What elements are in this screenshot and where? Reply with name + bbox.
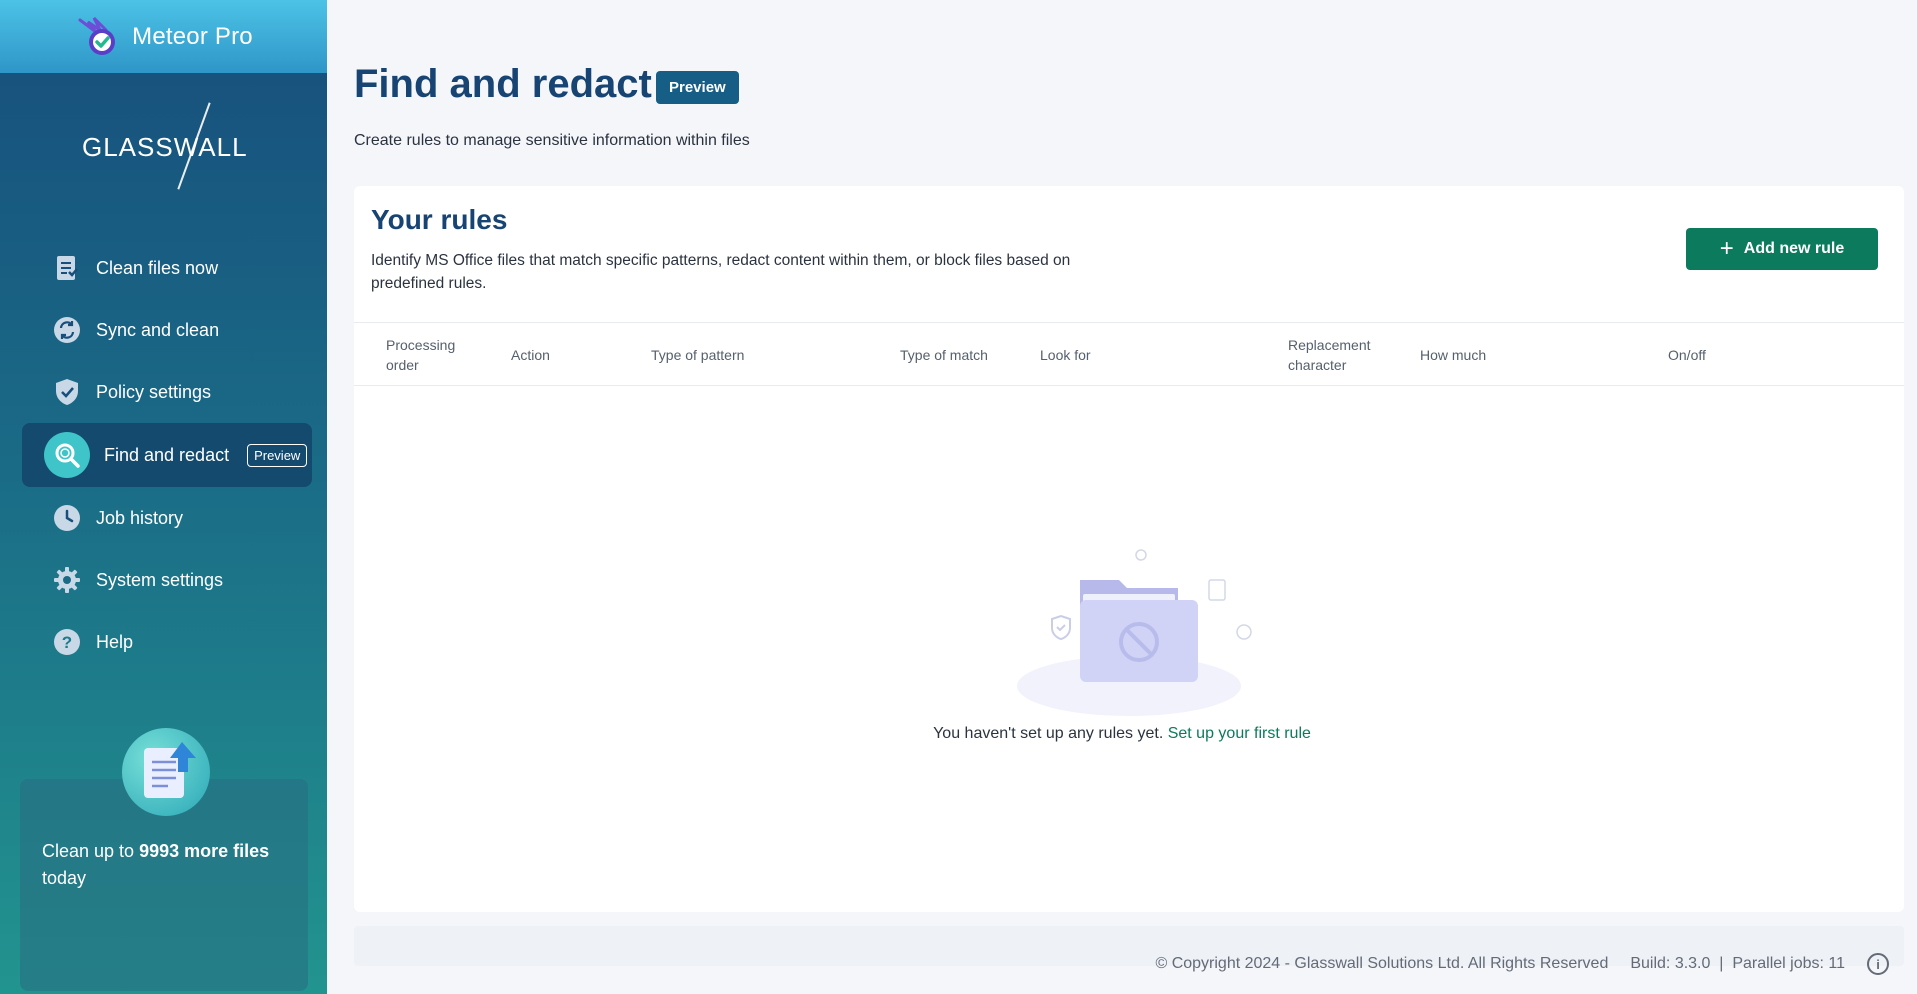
column-header: On/off xyxy=(1668,347,1706,363)
add-new-rule-label: Add new rule xyxy=(1743,240,1845,257)
rules-description: Identify MS Office files that match spec… xyxy=(371,252,1071,292)
page-title: Find and redact xyxy=(354,62,652,106)
sidebar: Meteor Pro GLASSWALL Clean files now Syn… xyxy=(0,0,327,994)
sidebar-nav: Clean files now Sync and clean Policy se… xyxy=(22,237,312,673)
main-content: Find and redact Preview Create rules to … xyxy=(327,0,1917,994)
promo-text: Clean up to 9993 more files today xyxy=(42,838,292,892)
app-title: Meteor Pro xyxy=(132,22,253,50)
clock-icon xyxy=(52,503,82,533)
gear-icon xyxy=(52,565,82,595)
sidebar-item-label: Sync and clean xyxy=(96,319,220,340)
empty-state-message: You haven't set up any rules yet. Set up… xyxy=(327,725,1917,743)
plus-icon: + xyxy=(1719,235,1734,262)
glasswall-logo: GLASSWALL xyxy=(0,100,327,190)
sidebar-item-system-settings[interactable]: System settings xyxy=(22,549,312,611)
set-up-first-rule-link[interactable]: Set up your first rule xyxy=(1168,725,1311,742)
page-subtitle: Create rules to manage sensitive informa… xyxy=(354,132,750,149)
sidebar-item-label: Policy settings xyxy=(96,381,212,402)
sidebar-item-find-and-redact[interactable]: Find and redact Preview xyxy=(22,423,312,487)
sidebar-item-label: Job history xyxy=(96,507,184,528)
column-header: How much xyxy=(1420,347,1487,363)
column-header: Type of match xyxy=(900,347,988,363)
column-header: Processing order xyxy=(386,337,456,373)
footer-separator: | xyxy=(1719,955,1724,972)
sync-icon xyxy=(52,315,82,345)
meteor-logo-icon xyxy=(74,14,120,60)
column-header: Type of pattern xyxy=(651,347,745,363)
column-header: Replacement character xyxy=(1288,337,1371,373)
copyright-text: © Copyright 2024 - Glasswall Solutions L… xyxy=(1155,955,1609,972)
add-new-rule-button[interactable]: + Add new rule xyxy=(1686,228,1878,270)
document-upload-icon xyxy=(122,728,210,816)
sidebar-item-policy-settings[interactable]: Policy settings xyxy=(22,361,312,423)
brand-text: GLASSWALL xyxy=(82,132,248,162)
column-header: Action xyxy=(511,347,550,363)
parallel-jobs: Parallel jobs: 11 xyxy=(1732,955,1845,972)
sidebar-item-job-history[interactable]: Job history xyxy=(22,487,312,549)
shield-icon xyxy=(52,377,82,407)
sidebar-item-label: Find and redact xyxy=(104,444,230,465)
sidebar-item-label: Clean files now xyxy=(96,257,219,278)
build-version: Build: 3.3.0 xyxy=(1630,955,1711,972)
footer: © Copyright 2024 - Glasswall Solutions L… xyxy=(1155,953,1889,975)
sidebar-item-help[interactable]: ? Help xyxy=(22,611,312,673)
promo-suffix: today xyxy=(42,868,87,888)
svg-text:?: ? xyxy=(62,633,72,652)
empty-message-text: You haven't set up any rules yet. xyxy=(933,725,1164,742)
rules-table-header: Processing order Action Type of pattern … xyxy=(354,322,1904,386)
search-icon xyxy=(44,432,90,478)
rules-title: Your rules xyxy=(371,204,508,235)
column-header: Look for xyxy=(1040,347,1091,363)
sidebar-item-clean-files[interactable]: Clean files now xyxy=(22,237,312,299)
clean-files-icon xyxy=(52,253,82,283)
build-info: Build: 3.3.0 | Parallel jobs: 11 xyxy=(1630,955,1845,973)
page-preview-badge: Preview xyxy=(656,71,739,104)
sidebar-item-sync-and-clean[interactable]: Sync and clean xyxy=(22,299,312,361)
sidebar-item-label: System settings xyxy=(96,569,224,590)
help-icon: ? xyxy=(52,627,82,657)
info-icon[interactable]: i xyxy=(1867,953,1889,975)
empty-folder-illustration xyxy=(999,546,1259,721)
promo-prefix: Clean up to xyxy=(42,841,140,861)
promo-highlight: 9993 more files xyxy=(139,841,270,861)
sidebar-item-label: Help xyxy=(96,631,134,652)
preview-badge: Preview xyxy=(247,443,308,467)
app-header: Meteor Pro xyxy=(0,0,327,73)
